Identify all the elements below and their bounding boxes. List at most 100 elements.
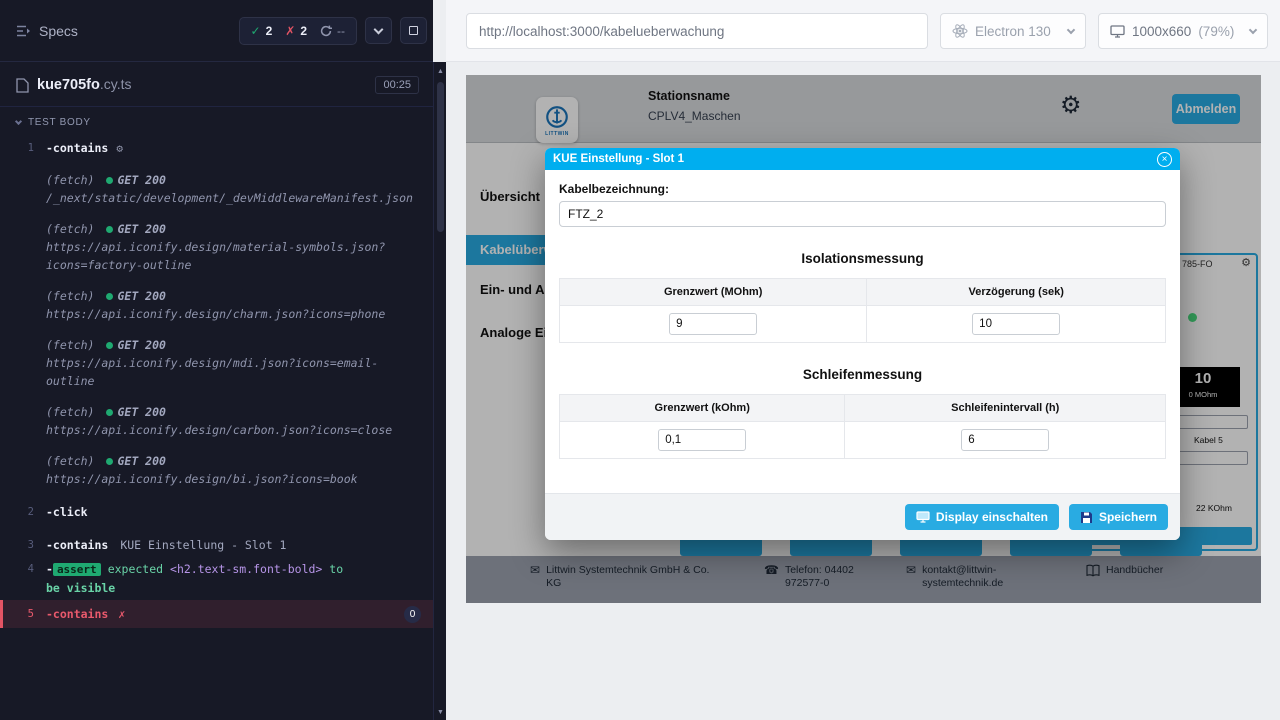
monitor-icon [1110,25,1125,38]
fetch-label: (fetch) [46,338,94,352]
test-body-label: TEST BODY [28,117,91,128]
chevron-down-icon [374,24,384,34]
grenzwert-mohm-input[interactable] [669,313,757,335]
viewport-zoom: (79%) [1198,24,1234,39]
specs-menu-button[interactable]: Specs [16,23,78,39]
fetch-label: (fetch) [46,173,94,187]
status-dot [106,458,113,465]
command-argument: KUE Einstellung - Slot 1 [120,538,286,552]
scrollbar-thumb[interactable] [437,82,444,232]
verzoegerung-sek-input[interactable] [972,313,1060,335]
fetch-url: https://api.iconify.design/material-symb… [46,238,423,274]
electron-icon [952,23,968,39]
command-number: 3 [0,536,46,554]
status-dot [106,226,113,233]
spec-duration: 00:25 [375,76,419,94]
status-dot [106,409,113,416]
save-icon [1080,511,1093,524]
command-row-assert[interactable]: 4 -assertexpected <h2.text-sm.font-bold>… [0,557,433,600]
status-dot [106,342,113,349]
close-icon[interactable]: × [1157,152,1172,167]
command-number: 2 [0,503,46,521]
fetch-label: (fetch) [46,454,94,468]
spec-file-icon [16,78,29,93]
stop-icon [409,26,418,35]
schleifenintervall-input[interactable] [961,429,1049,451]
fetch-label: (fetch) [46,222,94,236]
display-icon [916,511,930,523]
specs-label: Specs [39,23,78,39]
screen: Specs ✓ 2 ✗ 2 -- [0,0,1280,720]
collapse-chevron-button[interactable] [365,17,392,44]
reporter-scrollbar[interactable]: ▲ ▼ [433,62,446,720]
test-body-toggle[interactable]: TEST BODY [0,107,433,132]
pending-count: -- [337,24,345,38]
command-row-contains[interactable]: 1 -contains⚙ [0,136,433,161]
chevron-down-icon [15,117,22,124]
grenzwert-kohm-input[interactable] [658,429,746,451]
fetch-status: GET 200 [117,222,165,236]
network-log-entry[interactable]: (fetch)GET 200 /_next/static/development… [0,168,433,210]
column-header: Grenzwert (kOhm) [560,395,845,422]
modal-title: KUE Einstellung - Slot 1 [553,153,684,165]
status-dot [106,177,113,184]
command-method: -contains [46,538,108,552]
status-dot [106,293,113,300]
fetch-url: /_next/static/development/_devMiddleware… [46,189,423,207]
reporter-header: Specs ✓ 2 ✗ 2 -- [0,0,433,62]
command-log: 1 -contains⚙ (fetch)GET 200 /_next/stati… [0,132,433,628]
fetch-label: (fetch) [46,289,94,303]
x-icon: ✗ [285,24,295,38]
column-header: Grenzwert (MOhm) [560,279,867,306]
isolationsmessung-table: Grenzwert (MOhm) Verzögerung (sek) [559,278,1166,343]
kue-settings-modal: KUE Einstellung - Slot 1 × Kabelbezeichn… [545,148,1180,540]
stop-button[interactable] [400,17,427,44]
modal-footer: Display einschalten Speichern [545,493,1180,540]
viewport-selector[interactable]: 1000x660 (79%) [1098,13,1268,49]
fetch-status: GET 200 [117,454,165,468]
check-icon: ✓ [251,24,261,38]
network-log-entry[interactable]: (fetch) GET 200 https://api.iconify.desig… [0,284,433,326]
command-row-contains[interactable]: 3 -contains KUE Einstellung - Slot 1 [0,533,433,557]
aut-frame: LITTWIN Stationsname CPLV4_Maschen ⚙ Abm… [466,75,1261,603]
spec-extension: .cy.ts [100,76,132,92]
command-number: 4 [0,560,46,578]
command-number: 5 [3,605,46,623]
schleifenmessung-title: Schleifenmessung [559,367,1166,382]
fetch-url: https://api.iconify.design/carbon.json?i… [46,421,423,439]
command-row-failed[interactable]: 5 -contains ✗ 0 [0,600,433,628]
network-log-entry[interactable]: (fetch) GET 200 https://api.iconify.desig… [0,217,433,277]
url-bar[interactable] [466,13,928,49]
network-log-entry[interactable]: (fetch)GET 200 https://api.iconify.desig… [0,449,433,491]
isolationsmessung-title: Isolationsmessung [559,251,1166,266]
fetch-url: https://api.iconify.design/charm.json?ic… [46,305,423,323]
fetch-status: GET 200 [117,289,165,303]
kabelbezeichnung-input[interactable] [559,201,1166,227]
viewer-header: Electron 130 1000x660 (79%) [446,0,1280,62]
fetch-status: GET 200 [117,405,165,419]
fetch-label: (fetch) [46,405,94,419]
fetch-status: GET 200 [117,338,165,352]
chevron-down-icon [1249,25,1257,33]
column-header: Verzögerung (sek) [867,279,1166,306]
command-row-click[interactable]: 2 -click [0,500,433,524]
spec-row[interactable]: kue705fo.cy.ts 00:25 [0,62,433,107]
assert-message: to [329,562,343,576]
spec-name: kue705fo [37,77,100,93]
fail-x-icon: ✗ [118,605,125,623]
browser-selector[interactable]: Electron 130 [940,13,1086,49]
assert-badge: assert [53,563,101,576]
stat-pending: -- [320,24,345,38]
display-einschalten-button[interactable]: Display einschalten [905,504,1059,530]
failed-count: 2 [300,24,307,38]
network-log-entry[interactable]: (fetch)GET 200 https://api.iconify.desig… [0,333,433,393]
command-number: 1 [0,139,46,157]
assert-message: expected [108,562,163,576]
network-log-entry[interactable]: (fetch) GET 200 https://api.iconify.desig… [0,400,433,442]
speichern-button[interactable]: Speichern [1069,504,1168,530]
stat-failed: ✗ 2 [285,24,307,38]
modal-body: Kabelbezeichnung: Isolationsmessung Gren… [545,170,1180,493]
aut-viewer: Electron 130 1000x660 (79%) [446,0,1280,720]
viewport-size: 1000x660 [1132,24,1191,39]
test-stats: ✓ 2 ✗ 2 -- [239,17,358,45]
